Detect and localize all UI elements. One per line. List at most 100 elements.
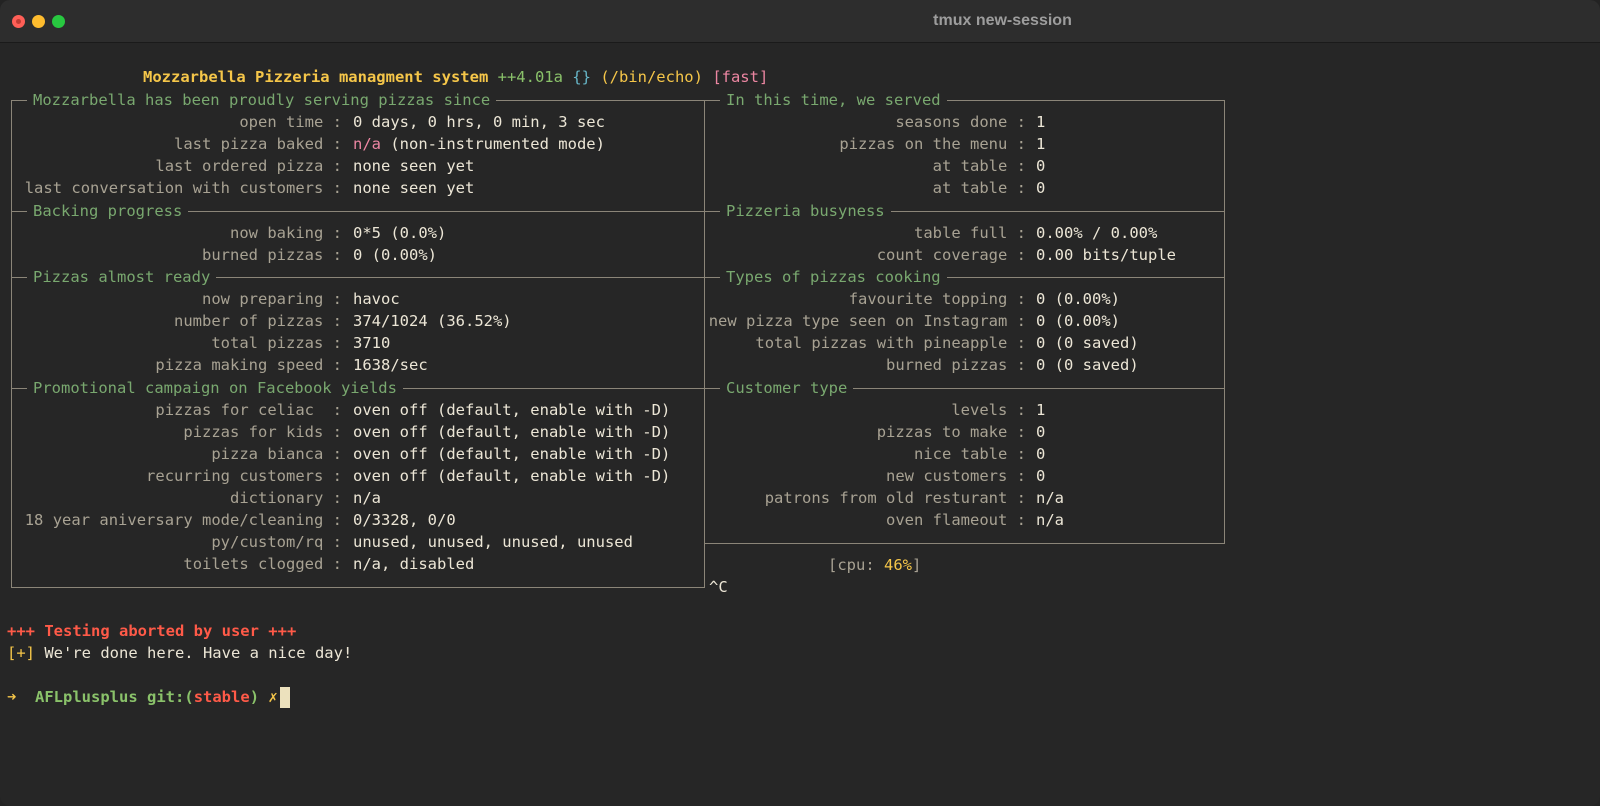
stat-value: 1 xyxy=(1036,401,1046,419)
frame-center-border xyxy=(704,100,705,588)
stat-label: total pizzas with pineapple : xyxy=(755,334,1026,352)
prompt-directory: AFLplusplus xyxy=(35,688,138,706)
section-title-types: Types of pizzas cooking xyxy=(720,267,947,287)
stat-label: total pizzas : xyxy=(211,334,342,352)
aborted-message: +++ Testing aborted by user +++ xyxy=(7,622,297,640)
stat-value: 0 xyxy=(1036,157,1046,175)
stat-value: havoc xyxy=(353,290,400,308)
stat-label: toilets clogged : xyxy=(183,555,342,573)
stat-label: count coverage : xyxy=(876,246,1026,264)
terminal-content[interactable]: Mozzarbella Pizzeria managment system ++… xyxy=(0,42,1600,806)
stat-value: 0 xyxy=(1036,467,1046,485)
cpu-indicator: [cpu: 46%] xyxy=(828,556,922,574)
cpu-value: 46% xyxy=(884,556,912,574)
banner-name: Mozzarbella Pizzeria managment system xyxy=(143,68,489,86)
prompt-git-close: ) xyxy=(249,688,260,706)
prompt-dirty-icon: ✗ xyxy=(268,688,278,706)
stat-label: last conversation with customers : xyxy=(24,179,342,197)
stat-label: at table : xyxy=(932,179,1026,197)
frame-left-bottom-border xyxy=(11,587,705,588)
stat-label: seasons done : xyxy=(895,113,1026,131)
stat-value: 0 xyxy=(1036,423,1046,441)
stat-label: table full : xyxy=(914,224,1026,242)
done-tag: [+] xyxy=(7,644,35,662)
stat-label: dictionary : xyxy=(230,489,342,507)
stat-label: now preparing : xyxy=(202,290,342,308)
stat-value-text: (non-instrumented mode) xyxy=(381,135,605,153)
stat-value: 0 (0 saved) xyxy=(1036,356,1139,374)
stat-value: oven off (default, enable with -D) xyxy=(353,445,671,463)
stat-label: pizzas for celiac : xyxy=(155,401,342,419)
stat-label: burned pizzas : xyxy=(202,246,342,264)
section-title-almost: Pizzas almost ready xyxy=(27,267,217,287)
stat-value: 0 xyxy=(1036,445,1046,463)
stat-label: nice table : xyxy=(914,445,1026,463)
stat-label: patrons from old resturant : xyxy=(764,489,1026,507)
stat-label: recurring customers : xyxy=(146,467,342,485)
stat-label: pizza bianca : xyxy=(211,445,342,463)
stat-value: none seen yet xyxy=(353,179,475,197)
stat-value-highlight: n/a xyxy=(353,135,381,153)
stat-value: oven off (default, enable with -D) xyxy=(353,401,671,419)
stat-value: 374/1024 (36.52%) xyxy=(353,312,512,330)
stat-value: 0 days, 0 hrs, 0 min, 3 sec xyxy=(353,113,605,131)
frame-right-border xyxy=(1224,100,1225,544)
stat-label: new customers : xyxy=(886,467,1026,485)
prompt-branch: stable xyxy=(193,688,250,706)
done-message: [+] We're done here. Have a nice day! xyxy=(7,644,353,662)
stat-label: pizzas for kids : xyxy=(183,423,342,441)
terminal-cursor xyxy=(280,687,290,708)
stat-value: n/a xyxy=(353,489,381,507)
section-title-promo: Promotional campaign on Facebook yields xyxy=(27,378,403,398)
stat-value: 0 (0.00%) xyxy=(1036,312,1120,330)
stat-label: levels : xyxy=(951,401,1026,419)
stat-label: pizzas to make : xyxy=(876,423,1026,441)
frame-left-border xyxy=(11,100,12,588)
stat-label: last ordered pizza : xyxy=(155,157,342,175)
stat-value: n/a xyxy=(1036,511,1064,529)
stat-value: 0 xyxy=(1036,179,1046,197)
terminal-window: tmux new-session Mozzarbella Pizzeria ma… xyxy=(0,0,1600,806)
stat-label: number of pizzas : xyxy=(174,312,342,330)
stat-value: 0 (0.00%) xyxy=(1036,290,1120,308)
prompt-arrow-icon: ➜ xyxy=(7,688,17,706)
section-title-busyness: Pizzeria busyness xyxy=(720,201,891,221)
title-bar: tmux new-session xyxy=(0,0,1600,43)
stat-label: new pizza type seen on Instagram : xyxy=(708,312,1026,330)
stat-value: 0.00% / 0.00% xyxy=(1036,224,1158,242)
stat-label: last pizza baked : xyxy=(174,135,342,153)
stat-value: 0 (0 saved) xyxy=(1036,334,1139,352)
stat-value: unused, unused, unused, unused xyxy=(353,533,633,551)
stat-label: favourite topping : xyxy=(848,290,1026,308)
stat-value: 1638/sec xyxy=(353,356,428,374)
stat-label: oven flameout : xyxy=(886,511,1026,529)
section-title-customer: Customer type xyxy=(720,378,854,398)
stat-label: open time : xyxy=(239,113,342,131)
stat-value: 0 (0.00%) xyxy=(353,246,437,264)
stat-value: 0*5 (0.0%) xyxy=(353,224,447,242)
stat-value: 1 xyxy=(1036,113,1046,131)
stat-label: pizzas on the menu : xyxy=(839,135,1026,153)
banner-target: (/bin/echo) xyxy=(600,68,703,86)
interrupt-marker: ^C xyxy=(709,578,728,596)
section-title-served: In this time, we served xyxy=(720,90,947,110)
stat-label: now baking : xyxy=(230,224,342,242)
stat-label: pizza making speed : xyxy=(155,356,342,374)
banner-version: ++4.01a xyxy=(497,68,563,86)
section-title-since: Mozzarbella has been proudly serving piz… xyxy=(27,90,497,110)
stat-value: 1 xyxy=(1036,135,1046,153)
stat-label: 18 year aniversary mode/cleaning : xyxy=(24,511,342,529)
prompt-git-open: git:( xyxy=(147,688,194,706)
shell-prompt[interactable]: ➜ AFLplusplus git:(stable) ✗ xyxy=(7,687,278,707)
stat-value: oven off (default, enable with -D) xyxy=(353,423,671,441)
banner: Mozzarbella Pizzeria managment system ++… xyxy=(143,67,768,87)
section-title-backing: Backing progress xyxy=(27,201,189,221)
window-title: tmux new-session xyxy=(933,12,1072,29)
stat-label: burned pizzas : xyxy=(886,356,1026,374)
stat-value: n/a, disabled xyxy=(353,555,475,573)
banner-mode: [fast] xyxy=(712,68,769,86)
banner-braces: {} xyxy=(572,68,591,86)
stat-value: n/a xyxy=(1036,489,1064,507)
stat-value: none seen yet xyxy=(353,157,475,175)
stat-value: oven off (default, enable with -D) xyxy=(353,467,671,485)
